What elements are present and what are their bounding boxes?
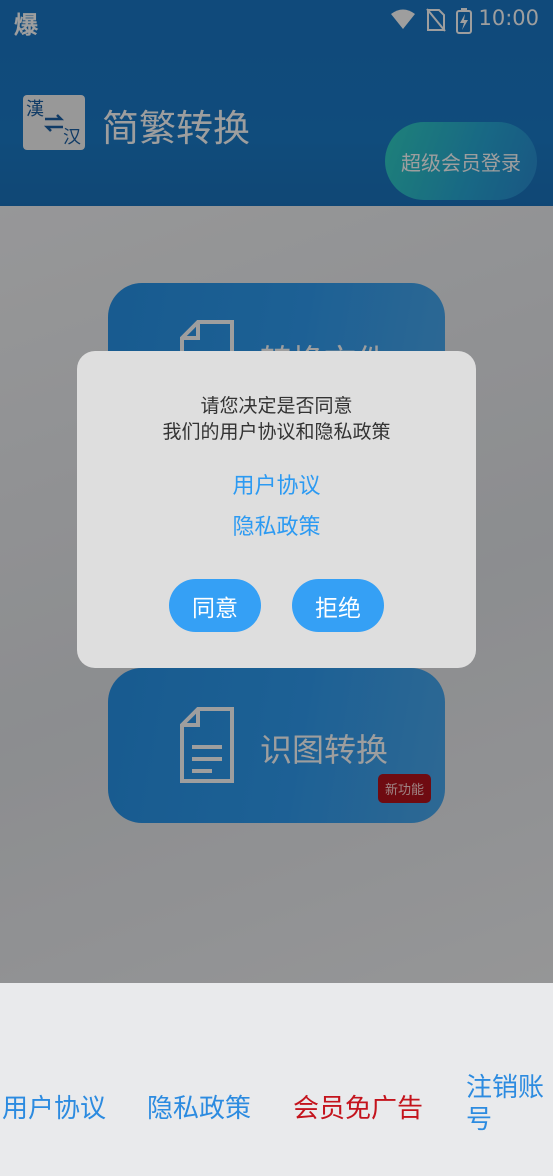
dialog-privacy-policy-link[interactable]: 隐私政策 — [77, 509, 476, 541]
dialog-user-agreement-link[interactable]: 用户协议 — [77, 468, 476, 500]
refuse-button[interactable]: 拒绝 — [292, 579, 384, 632]
footer-links: 用户协议 隐私政策 会员免广告 注销账号 — [0, 1073, 553, 1176]
privacy-policy-link[interactable]: 隐私政策 — [147, 1088, 251, 1125]
agree-button[interactable]: 同意 — [169, 579, 261, 632]
consent-dialog: 请您决定是否同意 我们的用户协议和隐私政策 用户协议 隐私政策 同意 拒绝 — [77, 351, 476, 668]
dialog-message-line1: 请您决定是否同意 — [200, 395, 353, 417]
user-agreement-link[interactable]: 用户协议 — [2, 1088, 106, 1125]
dialog-message-line2: 我们的用户协议和隐私政策 — [162, 421, 391, 443]
cancel-account-link[interactable]: 注销账号 — [466, 1072, 552, 1136]
vip-no-ads-link[interactable]: 会员免广告 — [293, 1088, 423, 1125]
